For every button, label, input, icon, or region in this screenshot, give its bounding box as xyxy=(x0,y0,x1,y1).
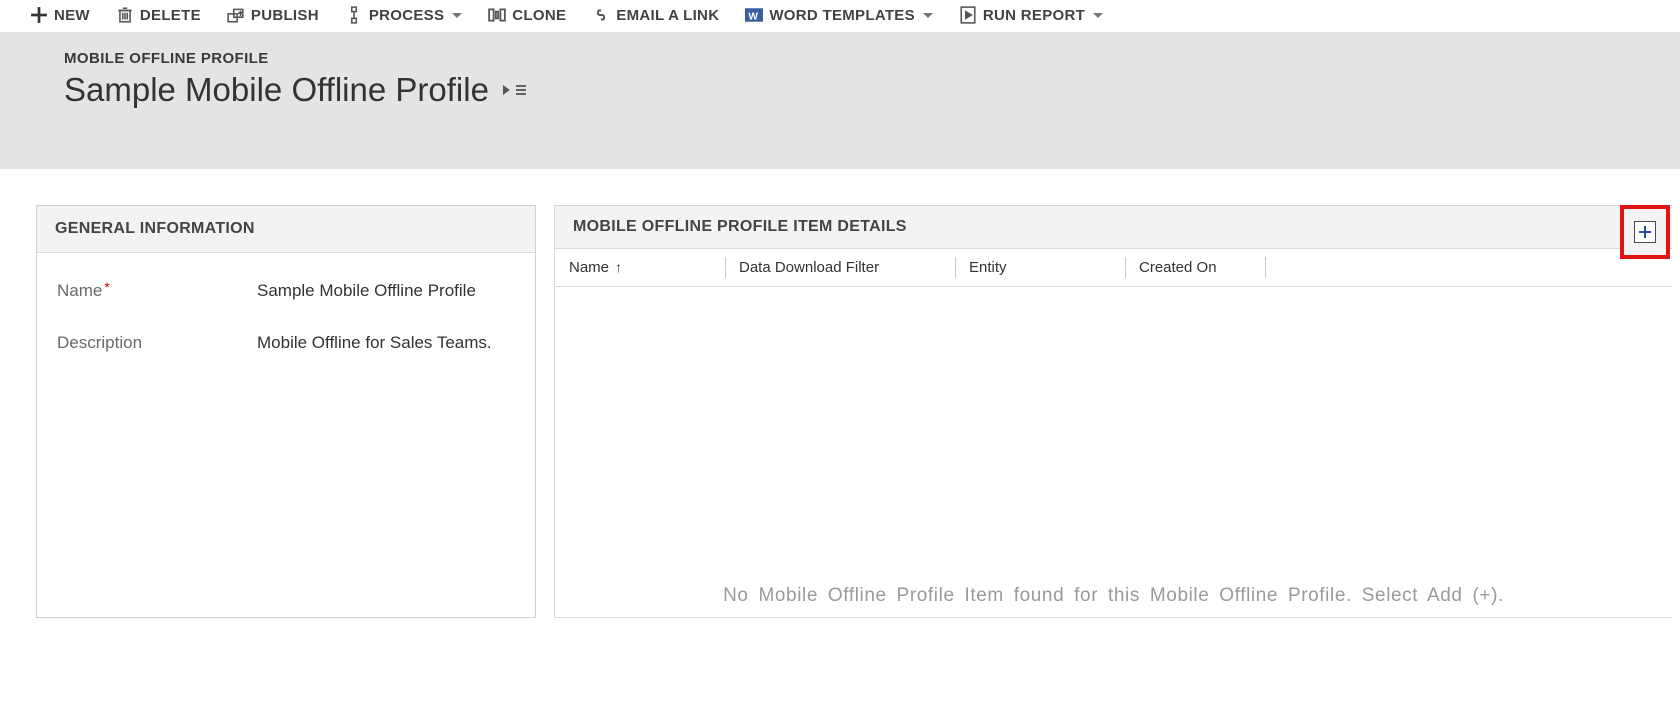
svg-text:W: W xyxy=(749,12,759,23)
process-icon xyxy=(345,6,363,24)
process-label: PROCESS xyxy=(369,7,444,24)
email-link-label: EMAIL A LINK xyxy=(616,7,719,24)
description-label: Description xyxy=(57,333,257,353)
publish-label: PUBLISH xyxy=(251,7,319,24)
word-templates-button[interactable]: W WORD TEMPLATES xyxy=(745,6,933,24)
profile-item-details-section: MOBILE OFFLINE PROFILE ITEM DETAILS Name… xyxy=(554,205,1672,618)
grid-empty-message: No Mobile Offline Profile Item found for… xyxy=(555,585,1672,607)
form-body: GENERAL INFORMATION Name* Sample Mobile … xyxy=(0,157,1680,618)
entity-type-label: MOBILE OFFLINE PROFILE xyxy=(64,50,1680,67)
column-filter[interactable]: Data Download Filter xyxy=(725,249,955,286)
trash-icon xyxy=(116,6,134,24)
word-icon: W xyxy=(745,6,763,24)
record-title-menu[interactable] xyxy=(503,84,526,96)
report-icon xyxy=(959,6,977,24)
description-field[interactable]: Mobile Offline for Sales Teams. xyxy=(257,333,492,353)
plus-icon xyxy=(30,6,48,24)
grid-body: No Mobile Offline Profile Item found for… xyxy=(555,287,1672,617)
word-templates-label: WORD TEMPLATES xyxy=(769,7,915,24)
clone-label: CLONE xyxy=(512,7,566,24)
add-item-button[interactable] xyxy=(1634,221,1656,243)
new-label: NEW xyxy=(54,7,90,24)
name-field[interactable]: Sample Mobile Offline Profile xyxy=(257,281,476,301)
delete-button[interactable]: DELETE xyxy=(116,6,201,24)
chevron-down-icon xyxy=(452,13,462,18)
publish-button[interactable]: PUBLISH xyxy=(227,6,319,24)
delete-label: DELETE xyxy=(140,7,201,24)
record-title: Sample Mobile Offline Profile xyxy=(64,71,489,109)
grid-header-row: Name Data Download Filter Entity Created… xyxy=(555,249,1672,287)
column-spacer xyxy=(1265,249,1672,286)
name-label: Name* xyxy=(57,281,257,301)
clone-button[interactable]: CLONE xyxy=(488,6,566,24)
chevron-down-icon xyxy=(923,13,933,18)
chevron-down-icon xyxy=(1093,13,1103,18)
link-icon xyxy=(592,6,610,24)
name-row: Name* Sample Mobile Offline Profile xyxy=(57,271,515,323)
column-created[interactable]: Created On xyxy=(1125,249,1265,286)
profile-item-grid: Name Data Download Filter Entity Created… xyxy=(554,249,1672,618)
publish-icon xyxy=(227,6,245,24)
page-header: MOBILE OFFLINE PROFILE Sample Mobile Off… xyxy=(0,32,1680,169)
column-entity[interactable]: Entity xyxy=(955,249,1125,286)
email-link-button[interactable]: EMAIL A LINK xyxy=(592,6,719,24)
column-name[interactable]: Name xyxy=(555,249,725,286)
command-bar: NEW DELETE PUBLISH PROCESS CLONE EMAIL A… xyxy=(0,0,1680,32)
required-icon: * xyxy=(104,279,109,295)
description-row: Description Mobile Offline for Sales Tea… xyxy=(57,323,515,375)
run-report-label: RUN REPORT xyxy=(983,7,1085,24)
general-info-header: GENERAL INFORMATION xyxy=(37,206,535,253)
process-button[interactable]: PROCESS xyxy=(345,6,462,24)
profile-item-details-header: MOBILE OFFLINE PROFILE ITEM DETAILS xyxy=(573,218,907,236)
new-button[interactable]: NEW xyxy=(30,6,90,24)
general-info-section: GENERAL INFORMATION Name* Sample Mobile … xyxy=(36,205,536,618)
clone-icon xyxy=(488,6,506,24)
run-report-button[interactable]: RUN REPORT xyxy=(959,6,1103,24)
